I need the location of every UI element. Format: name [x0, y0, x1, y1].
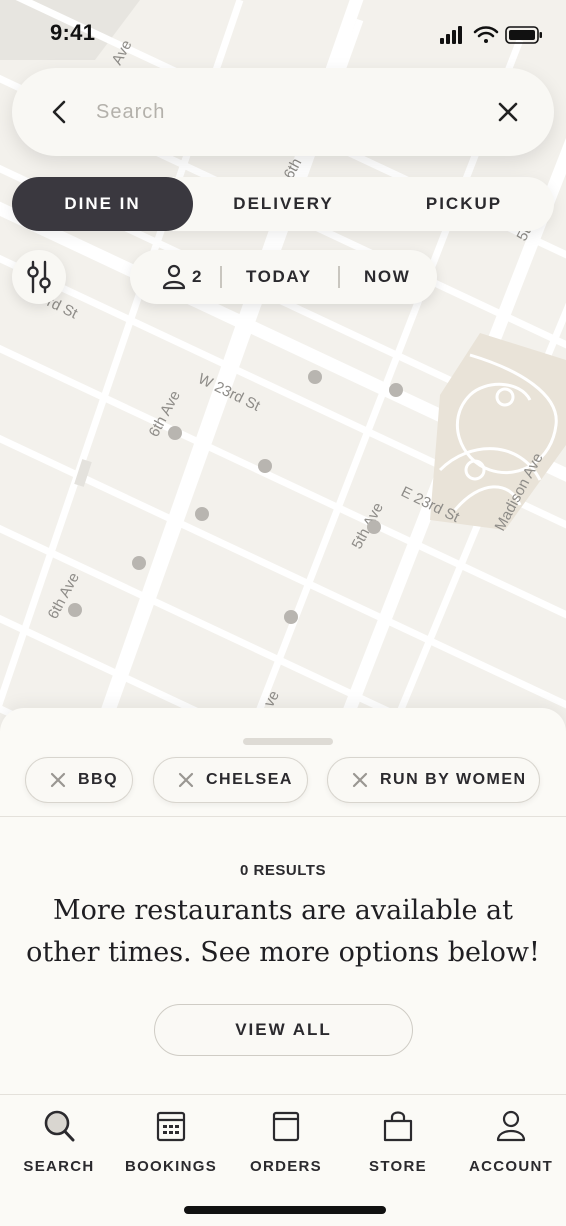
map-park — [430, 333, 566, 530]
results-count: 0 RESULTS — [240, 862, 326, 879]
tab-label: SEARCH — [23, 1158, 95, 1175]
results-message-line: More restaurants are available at — [53, 895, 513, 926]
cellular-signal-icon — [440, 26, 462, 44]
order-mode-selector: DINE IN DELIVERY PICKUP — [12, 177, 554, 231]
remove-filter-button[interactable] — [48, 770, 68, 790]
close-icon — [50, 772, 66, 788]
map-marker[interactable] — [308, 370, 322, 384]
map-marker[interactable] — [132, 556, 146, 570]
reservation-day[interactable]: TODAY — [246, 267, 312, 287]
divider — [220, 266, 222, 288]
reservation-time[interactable]: NOW — [364, 267, 410, 287]
divider — [338, 266, 340, 288]
tab-dine-in[interactable]: DINE IN — [12, 177, 193, 231]
map-marker[interactable] — [284, 610, 298, 624]
remove-filter-button[interactable] — [350, 770, 370, 790]
tab-bookings[interactable]: BOOKINGS — [116, 1109, 226, 1189]
person-icon — [162, 264, 186, 290]
close-icon — [352, 772, 368, 788]
clear-search-button[interactable] — [488, 92, 528, 132]
search-bar — [12, 68, 554, 156]
map-marker[interactable] — [68, 603, 82, 617]
person-icon — [496, 1110, 526, 1142]
tab-account[interactable]: ACCOUNT — [456, 1109, 566, 1189]
bag-icon — [272, 1111, 300, 1142]
search-icon — [44, 1110, 75, 1142]
party-size[interactable]: 2 — [192, 267, 201, 287]
shopping-bag-icon — [383, 1111, 413, 1142]
status-bar: 9:41 — [0, 0, 566, 70]
map-marker[interactable] — [258, 459, 272, 473]
party-size-time-selector[interactable]: 2 TODAY NOW — [130, 250, 437, 304]
tab-label: ORDERS — [250, 1158, 322, 1175]
remove-filter-button[interactable] — [176, 770, 196, 790]
sheet-grabber[interactable] — [243, 738, 333, 745]
divider — [0, 816, 566, 817]
filter-chip-bbq[interactable]: BBQ — [25, 757, 133, 803]
map-marker[interactable] — [195, 507, 209, 521]
view-all-button[interactable]: VIEW ALL — [154, 1004, 413, 1056]
search-input[interactable] — [96, 90, 476, 134]
wifi-icon — [473, 26, 499, 43]
close-icon — [178, 772, 194, 788]
back-button[interactable] — [40, 92, 80, 132]
results-message: More restaurants are available at other … — [20, 890, 546, 974]
filter-chip-label: CHELSEA — [206, 771, 293, 788]
tab-label: BOOKINGS — [124, 1158, 218, 1175]
filter-chip-label: RUN BY WOMEN — [380, 771, 527, 788]
tab-label: STORE — [369, 1158, 427, 1175]
tab-orders[interactable]: ORDERS — [231, 1109, 341, 1189]
tab-pickup[interactable]: PICKUP — [374, 177, 554, 231]
calendar-icon — [156, 1111, 186, 1142]
status-time: 9:41 — [50, 20, 96, 45]
tab-store[interactable]: STORE — [343, 1109, 453, 1189]
map-marker[interactable] — [389, 383, 403, 397]
filters-button[interactable] — [12, 250, 66, 304]
results-message-line: other times. See more options below! — [26, 937, 540, 968]
filter-chip-chelsea[interactable]: CHELSEA — [153, 757, 308, 803]
map-marker[interactable] — [367, 520, 381, 534]
status-icons — [440, 26, 542, 44]
tab-label: ACCOUNT — [468, 1158, 554, 1175]
battery-icon — [505, 26, 542, 44]
home-indicator[interactable] — [184, 1206, 386, 1214]
filter-chip-run-by-women[interactable]: RUN BY WOMEN — [327, 757, 540, 803]
chevron-left-icon — [52, 100, 66, 124]
close-icon — [498, 102, 518, 122]
map-marker[interactable] — [168, 426, 182, 440]
filter-chip-label: BBQ — [78, 771, 119, 788]
tab-search[interactable]: SEARCH — [4, 1109, 114, 1189]
sliders-icon — [27, 260, 51, 294]
tab-delivery[interactable]: DELIVERY — [193, 177, 374, 231]
